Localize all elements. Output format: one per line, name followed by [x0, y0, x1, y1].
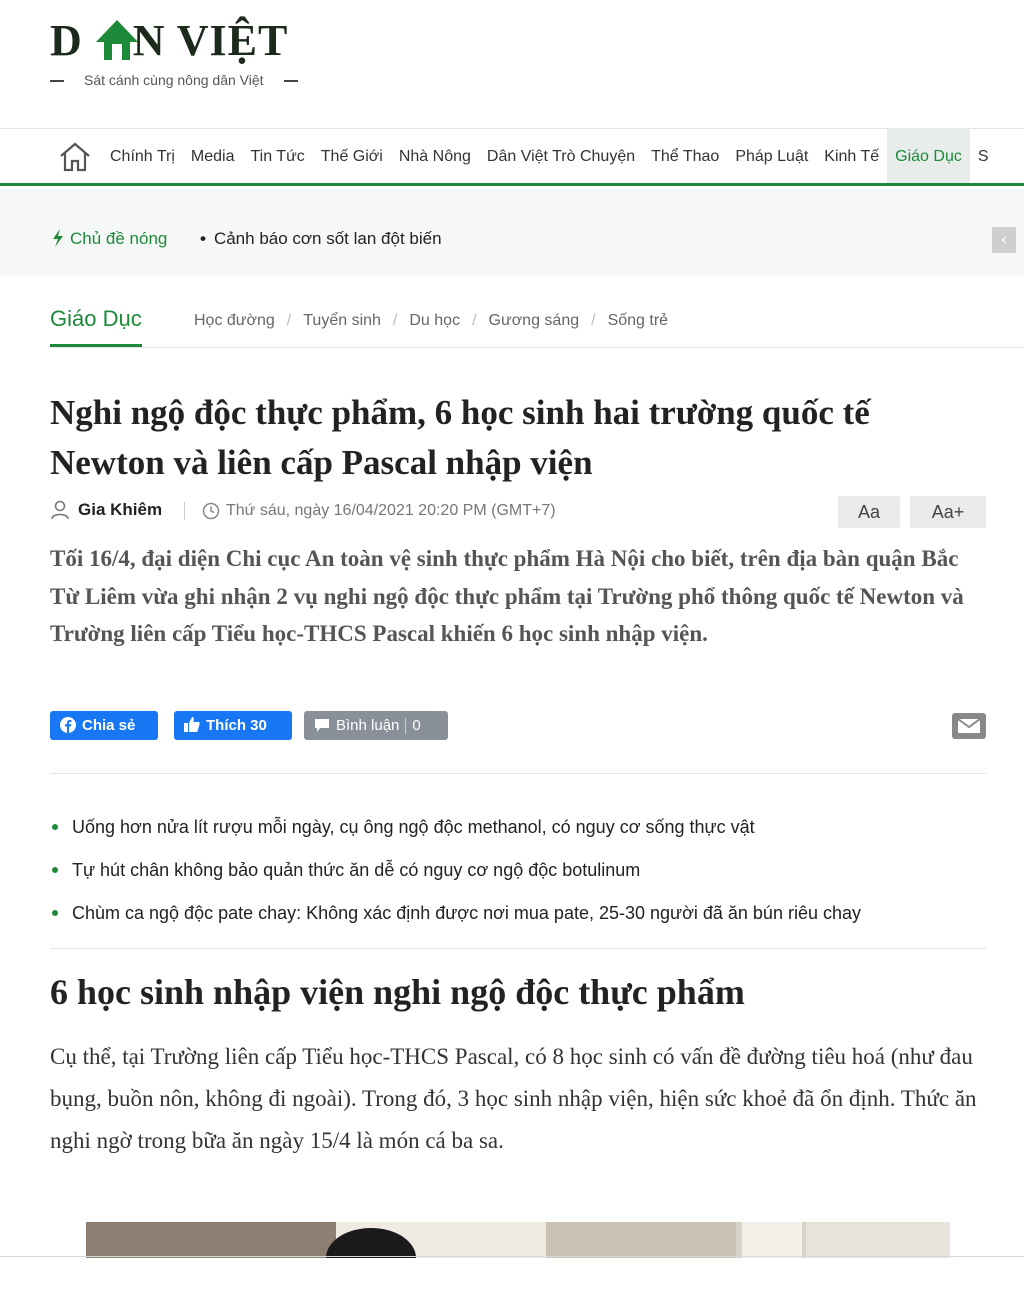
comment-button[interactable]: Bình luận 0	[304, 711, 448, 740]
category-tabs: Giáo Dục Học đường / Tuyển sinh / Du học / …	[50, 300, 1024, 348]
nav-item[interactable]: Thế Giới	[313, 129, 391, 183]
lightning-icon	[53, 229, 63, 247]
hot-topics-label: Chủ đề nóng	[52, 229, 167, 249]
clock-icon	[202, 502, 220, 520]
publish-date: Thứ sáu, ngày 16/04/2021 20:20 PM (GMT+7…	[226, 502, 556, 519]
nav-item[interactable]: S	[970, 129, 997, 183]
font-size-large-button[interactable]: Aa+	[910, 496, 986, 528]
nav-item[interactable]: Kinh Tế	[816, 129, 887, 183]
hot-topic-link[interactable]: • Cảnh báo cơn sốt lan đột biến	[200, 229, 442, 249]
article-paragraph: Cụ thể, tại Trường liên cấp Tiểu học-THC…	[50, 1044, 977, 1153]
viewport-bottom-edge	[0, 1256, 1024, 1257]
logo-wordmark-rest: N VIỆT	[132, 16, 289, 65]
comment-icon	[312, 711, 332, 740]
logo-wordmark: D N VIỆT	[50, 16, 288, 66]
subcategory-link[interactable]: Du học	[409, 312, 460, 330]
category-main[interactable]: Giáo Dục	[50, 306, 142, 347]
section-heading: 6 học sinh nhập viện nghi ngộ độc thực p…	[50, 972, 745, 1012]
meta-separator	[184, 502, 185, 520]
social-bar: Chia sẻ Thích 30 Bình luận 0	[50, 711, 990, 743]
facebook-share-button[interactable]: Chia sẻ	[50, 711, 158, 740]
site-header: D N VIỆT Sát cánh cùng nông dân Việt	[0, 0, 1024, 128]
facebook-icon	[58, 711, 78, 740]
nav-item[interactable]: Media	[183, 129, 243, 183]
chevron-left-icon[interactable]: ‹	[992, 227, 1016, 253]
font-size-normal-button[interactable]: Aa	[838, 496, 900, 528]
related-articles: Uống hơn nửa lít rượu mỗi ngày, cụ ông n…	[50, 806, 990, 935]
thumbs-up-icon	[182, 711, 202, 740]
logo-tagline: Sát cánh cùng nông dân Việt	[50, 72, 330, 88]
hot-topics-bar: Chủ đề nóng • Cảnh báo cơn sốt lan đột bi…	[0, 189, 1024, 275]
nav-item[interactable]: Tin Tức	[243, 129, 313, 183]
subcategory-link[interactable]: Sống trẻ	[608, 312, 668, 330]
site-logo[interactable]: DN VIỆT Sát cánh cùng nông dân Việt	[50, 16, 298, 88]
mail-icon[interactable]	[952, 713, 986, 739]
nav-items: Chính Trị Media Tin Tức Thế Giới Nhà Nôn…	[102, 129, 997, 183]
related-article-link[interactable]: Tự hút chân không bảo quản thức ăn dễ có…	[50, 849, 990, 892]
home-icon[interactable]	[58, 141, 92, 173]
subcategory-link[interactable]: Tuyển sinh	[303, 312, 381, 330]
divider	[50, 773, 986, 774]
category-subs: Học đường / Tuyển sinh / Du học / Gương sán…	[194, 312, 669, 330]
article-photo	[86, 1222, 950, 1258]
logo-house-icon	[96, 20, 138, 60]
article-meta: Gia Khiêm Thứ sáu, ngày 16/04/2021 20:20…	[50, 496, 990, 528]
nav-item[interactable]: Dân Việt Trò Chuyện	[479, 129, 643, 183]
nav-item[interactable]: Nhà Nông	[391, 129, 479, 183]
nav-item[interactable]: Chính Trị	[102, 129, 183, 183]
subcategory-link[interactable]: Học đường	[194, 312, 275, 330]
author-name[interactable]: Gia Khiêm	[78, 500, 162, 520]
nav-item[interactable]: Pháp Luật	[727, 129, 816, 183]
related-article-link[interactable]: Chùm ca ngộ độc pate chay: Không xác địn…	[50, 892, 990, 935]
article-title: Nghi ngộ độc thực phẩm, 6 học sinh hai t…	[50, 393, 870, 482]
comment-count: 0	[412, 717, 421, 734]
related-article-link[interactable]: Uống hơn nửa lít rượu mỗi ngày, cụ ông n…	[50, 806, 990, 849]
nav-item[interactable]: Thể Thao	[643, 129, 727, 183]
subcategory-link[interactable]: Gương sáng	[489, 312, 580, 330]
user-icon	[51, 500, 69, 520]
nav-item-active[interactable]: Giáo Dục	[887, 129, 970, 183]
logo-letter-d: D	[50, 16, 83, 65]
divider	[50, 948, 986, 949]
article-sapo: Tối 16/4, đại diện Chi cục An toàn vệ si…	[50, 546, 964, 646]
main-nav: Chính Trị Media Tin Tức Thế Giới Nhà Nôn…	[0, 128, 1024, 186]
facebook-like-button[interactable]: Thích 30	[174, 711, 292, 740]
